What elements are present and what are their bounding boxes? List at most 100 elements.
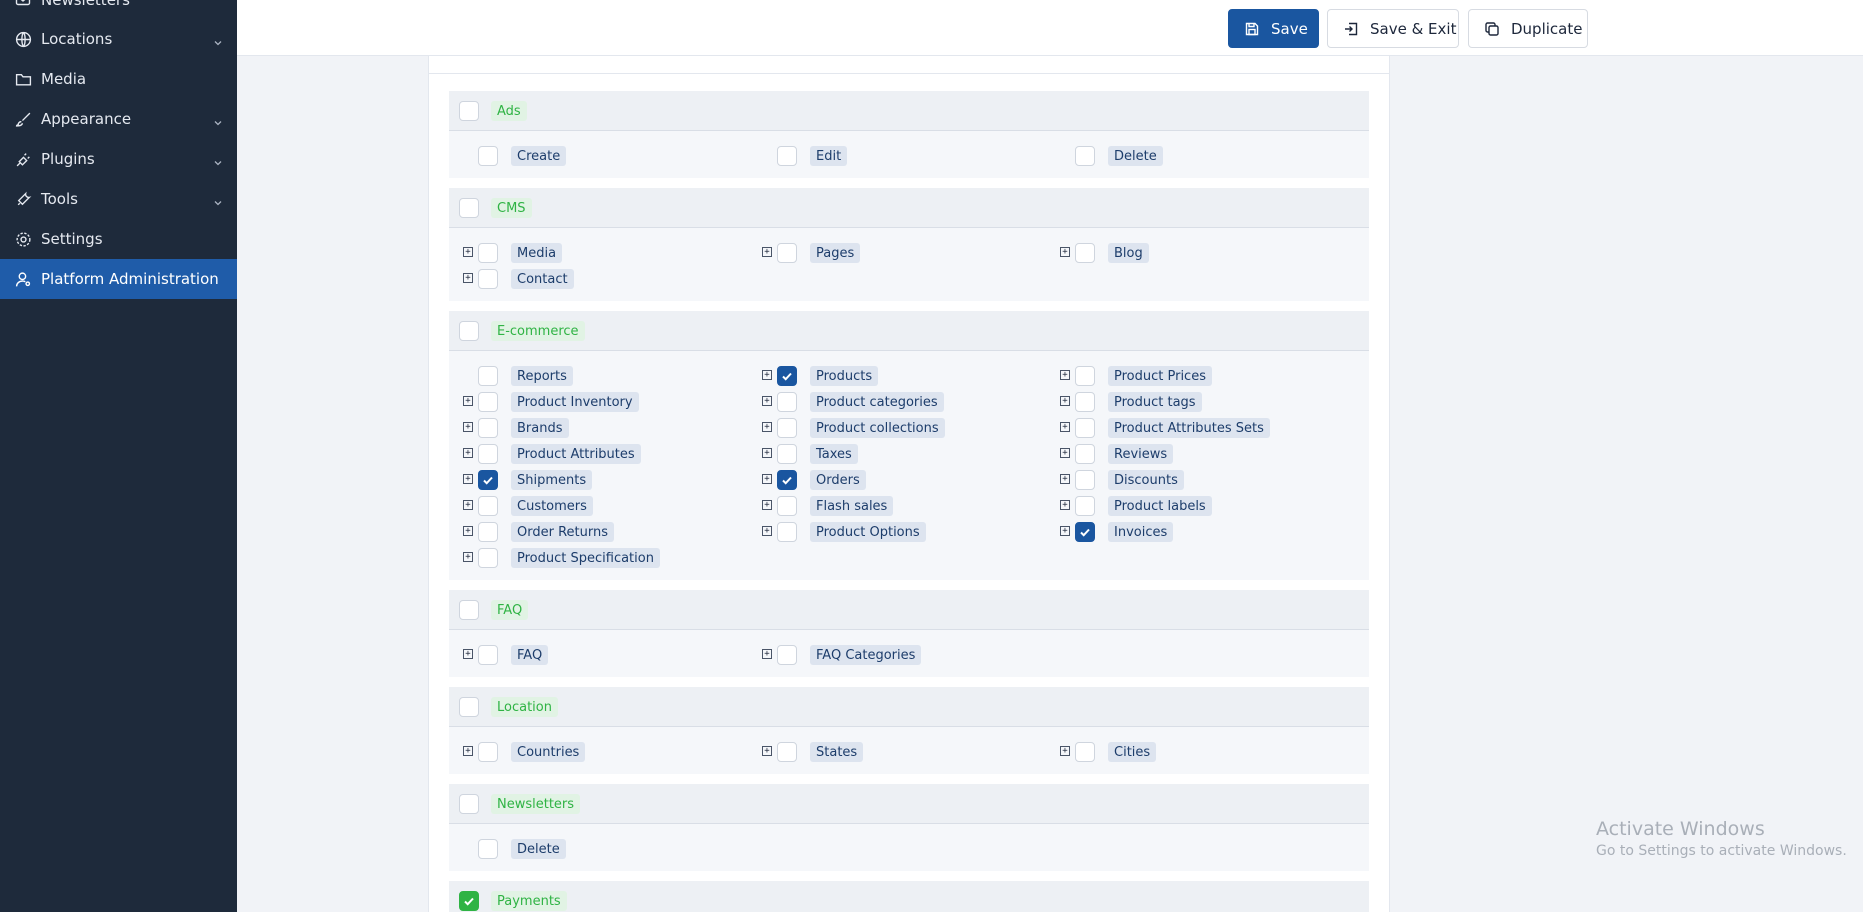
save-button[interactable]: Save bbox=[1228, 9, 1319, 48]
expand-icon[interactable]: + bbox=[762, 247, 772, 257]
expand-icon[interactable]: + bbox=[463, 273, 473, 283]
permission-checkbox[interactable] bbox=[777, 243, 797, 263]
brush-icon bbox=[14, 110, 32, 128]
sidebar-item-plugins[interactable]: Plugins bbox=[0, 139, 237, 179]
group-checkbox[interactable] bbox=[459, 321, 479, 341]
permission-checkbox[interactable] bbox=[777, 496, 797, 516]
group-checkbox[interactable] bbox=[459, 600, 479, 620]
expand-icon[interactable]: + bbox=[762, 500, 772, 510]
permission-label: Order Returns bbox=[511, 522, 614, 542]
chevron-down-icon bbox=[213, 34, 223, 46]
expand-icon[interactable]: + bbox=[1060, 474, 1070, 484]
permission-checkbox[interactable] bbox=[478, 839, 498, 859]
group-checkbox[interactable] bbox=[459, 101, 479, 121]
permission-checkbox[interactable] bbox=[777, 742, 797, 762]
expand-icon[interactable]: + bbox=[762, 396, 772, 406]
sidebar-item-label: Locations bbox=[41, 30, 113, 48]
permission-checkbox[interactable] bbox=[478, 470, 498, 490]
expand-icon[interactable]: + bbox=[463, 526, 473, 536]
expand-icon[interactable]: + bbox=[1060, 396, 1070, 406]
permission-checkbox[interactable] bbox=[478, 269, 498, 289]
check-icon bbox=[464, 897, 474, 906]
sidebar-item-locations[interactable]: Locations bbox=[0, 19, 237, 59]
tool-icon bbox=[14, 190, 32, 208]
permission-checkbox[interactable] bbox=[478, 418, 498, 438]
permission-checkbox[interactable] bbox=[777, 470, 797, 490]
expand-icon[interactable]: + bbox=[1060, 746, 1070, 756]
duplicate-button[interactable]: Duplicate bbox=[1468, 9, 1588, 48]
expand-icon[interactable]: + bbox=[463, 649, 473, 659]
group-checkbox[interactable] bbox=[459, 198, 479, 218]
permission-label: Product tags bbox=[1108, 392, 1202, 412]
expand-icon[interactable]: + bbox=[463, 552, 473, 562]
sidebar-item-tools[interactable]: Tools bbox=[0, 179, 237, 219]
permission-label: Product Options bbox=[810, 522, 926, 542]
expand-icon[interactable]: + bbox=[762, 370, 772, 380]
activate-windows-subtitle: Go to Settings to activate Windows. bbox=[1596, 843, 1847, 859]
permission-checkbox[interactable] bbox=[478, 522, 498, 542]
group-checkbox[interactable] bbox=[459, 891, 479, 911]
sidebar-item-appearance[interactable]: Appearance bbox=[0, 99, 237, 139]
permission-label: FAQ Categories bbox=[810, 645, 922, 665]
permission-checkbox[interactable] bbox=[478, 243, 498, 263]
permission-checkbox[interactable] bbox=[1075, 243, 1095, 263]
permission-checkbox[interactable] bbox=[1075, 366, 1095, 386]
permission-checkbox[interactable] bbox=[478, 146, 498, 166]
expand-icon[interactable]: + bbox=[463, 422, 473, 432]
permission-checkbox[interactable] bbox=[1075, 392, 1095, 412]
permission-checkbox[interactable] bbox=[777, 392, 797, 412]
expand-icon[interactable]: + bbox=[1060, 500, 1070, 510]
expand-icon[interactable]: + bbox=[1060, 370, 1070, 380]
permission-checkbox[interactable] bbox=[478, 392, 498, 412]
permission-label: Brands bbox=[511, 418, 569, 438]
sidebar-item-platform-administration[interactable]: Platform Administration bbox=[0, 259, 237, 299]
expand-icon[interactable]: + bbox=[762, 746, 772, 756]
sidebar-item-label: Newsletters bbox=[41, 0, 130, 9]
expand-icon[interactable]: + bbox=[762, 649, 772, 659]
permission-group-faq: FAQ + FAQ + FAQ Categories bbox=[449, 590, 1369, 677]
expand-icon[interactable]: + bbox=[1060, 526, 1070, 536]
sidebar-item-newsletters[interactable]: Newsletters bbox=[0, 0, 237, 20]
permission-checkbox[interactable] bbox=[1075, 146, 1095, 166]
permission-checkbox[interactable] bbox=[777, 444, 797, 464]
expand-icon[interactable]: + bbox=[762, 526, 772, 536]
sidebar-item-media[interactable]: Media bbox=[0, 59, 237, 99]
expand-icon[interactable]: + bbox=[463, 500, 473, 510]
permission-checkbox[interactable] bbox=[777, 645, 797, 665]
permission-checkbox[interactable] bbox=[478, 645, 498, 665]
permission-checkbox[interactable] bbox=[478, 548, 498, 568]
permission-label: Product labels bbox=[1108, 496, 1212, 516]
permission-checkbox[interactable] bbox=[1075, 418, 1095, 438]
permission-checkbox[interactable] bbox=[478, 366, 498, 386]
expand-icon[interactable]: + bbox=[463, 396, 473, 406]
permission-checkbox[interactable] bbox=[777, 522, 797, 542]
permission-label: Product Prices bbox=[1108, 366, 1212, 386]
permission-checkbox[interactable] bbox=[1075, 470, 1095, 490]
save-exit-button[interactable]: Save & Exit bbox=[1327, 9, 1459, 48]
expand-icon[interactable]: + bbox=[463, 746, 473, 756]
expand-icon[interactable]: + bbox=[1060, 247, 1070, 257]
permission-checkbox[interactable] bbox=[478, 742, 498, 762]
permission-checkbox[interactable] bbox=[777, 418, 797, 438]
sidebar: Newsletters Locations Media Appearance P… bbox=[0, 0, 237, 912]
permission-checkbox[interactable] bbox=[1075, 496, 1095, 516]
expand-icon[interactable]: + bbox=[762, 422, 772, 432]
permission-checkbox[interactable] bbox=[1075, 742, 1095, 762]
permission-checkbox[interactable] bbox=[777, 366, 797, 386]
permission-checkbox[interactable] bbox=[777, 146, 797, 166]
permission-group-payments: Payments bbox=[449, 881, 1369, 912]
group-checkbox[interactable] bbox=[459, 794, 479, 814]
expand-icon[interactable]: + bbox=[762, 474, 772, 484]
expand-icon[interactable]: + bbox=[463, 474, 473, 484]
permission-checkbox[interactable] bbox=[478, 496, 498, 516]
permission-checkbox[interactable] bbox=[1075, 522, 1095, 542]
expand-icon[interactable]: + bbox=[1060, 448, 1070, 458]
expand-icon[interactable]: + bbox=[463, 448, 473, 458]
expand-icon[interactable]: + bbox=[762, 448, 772, 458]
permission-checkbox[interactable] bbox=[478, 444, 498, 464]
sidebar-item-settings[interactable]: Settings bbox=[0, 219, 237, 259]
expand-icon[interactable]: + bbox=[1060, 422, 1070, 432]
permission-checkbox[interactable] bbox=[1075, 444, 1095, 464]
group-checkbox[interactable] bbox=[459, 697, 479, 717]
expand-icon[interactable]: + bbox=[463, 247, 473, 257]
